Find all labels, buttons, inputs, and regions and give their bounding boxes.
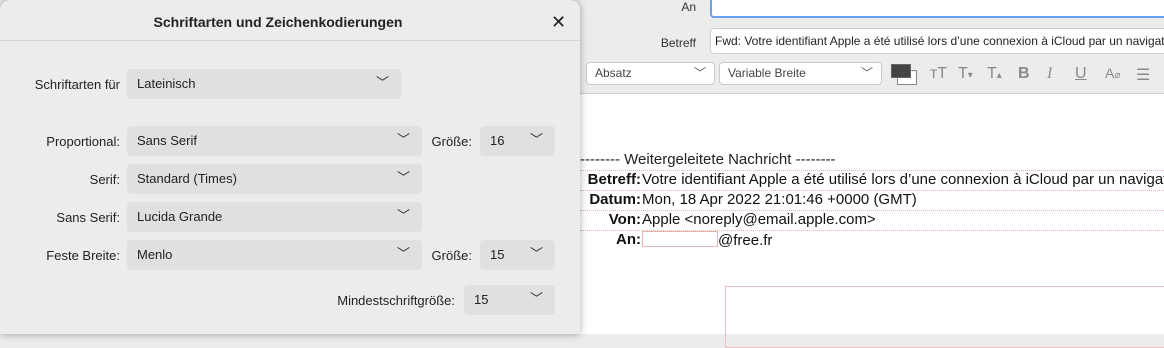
fonts-for-value: Lateinisch [137,76,196,91]
monospace-size-label: Größe: [431,248,472,263]
proportional-size-select[interactable]: 16 ﹀ [480,126,555,156]
message-body[interactable]: -------- Weitergeleitete Nachricht -----… [560,94,1164,348]
monospace-size-value: 15 [490,247,505,262]
chevron-down-icon: ﹀ [693,66,706,80]
header-value: Votre identifiant Apple a été utilisé lo… [642,171,1164,188]
monospace-size-select[interactable]: 15 ﹀ [480,240,555,270]
proportional-select[interactable]: Sans Serif ﹀ [127,126,422,156]
foreground-color-swatch [891,64,911,78]
proportional-value: Sans Serif [137,133,197,148]
header-value: Mon, 18 Apr 2022 21:01:46 +0000 (GMT) [642,191,917,208]
chevron-down-icon: ﹀ [529,132,543,147]
chevron-down-icon: ﹀ [396,208,410,223]
clear-format-icon[interactable]: A⌀ [1105,65,1120,81]
font-size-icon[interactable]: ᴛT [930,65,947,83]
chevron-down-icon: ﹀ [375,75,389,90]
chevron-down-icon: ﹀ [396,246,410,261]
subject-label: Betreff [660,36,696,50]
proportional-size-value: 16 [490,133,505,148]
header-key: An: [616,231,641,248]
paragraph-style-value: Absatz [595,66,632,80]
format-toolbar: Absatz ﹀ Variable Breite ﹀ ᴛT T▾ T▴ B I … [560,56,1164,94]
header-row-to: An: @free.fr [580,230,1164,251]
sans-serif-label: Sans Serif: [56,210,120,225]
header-key: Datum: [589,191,641,208]
header-row-subject: Betreff: Votre identifiant Apple a été u… [580,170,1164,191]
list-icon[interactable]: ☰ [1136,65,1150,85]
forwarded-message-title: -------- Weitergeleitete Nachricht -----… [580,151,836,168]
header-row-from: Von: Apple <noreply@email.apple.com> [580,210,1164,231]
to-label: An [681,0,696,14]
chevron-down-icon: ﹀ [396,170,410,185]
chevron-down-icon: ﹀ [396,132,410,147]
header-key: Betreff: [587,171,641,188]
increase-size-icon[interactable]: T▴ [987,65,1002,83]
monospace-label: Feste Breite: [46,248,120,263]
subject-row: Betreff Fwd: Votre identifiant Apple a é… [560,26,1164,56]
monospace-value: Menlo [137,247,173,262]
italic-icon[interactable]: I [1047,65,1052,83]
header-value-container: @free.fr [642,231,772,249]
chevron-down-icon: ﹀ [860,66,873,80]
header-value: Apple <noreply@email.apple.com> [642,211,876,228]
monospace-select[interactable]: Menlo ﹀ [127,240,422,270]
redacted-block [642,231,718,247]
title-divider [0,40,580,41]
min-size-select[interactable]: 15 ﹀ [464,285,555,315]
sans-serif-value: Lucida Grande [137,209,223,224]
text-color-icon[interactable] [891,64,917,85]
chevron-down-icon: ﹀ [529,246,543,261]
chevron-down-icon: ﹀ [529,291,543,306]
subject-input[interactable]: Fwd: Votre identifiant Apple a été utili… [710,28,1164,54]
sans-serif-select[interactable]: Lucida Grande ﹀ [127,202,422,232]
header-key: Von: [608,211,641,228]
min-size-value: 15 [474,292,489,307]
proportional-size-label: Größe: [431,134,472,149]
serif-select[interactable]: Standard (Times) ﹀ [127,164,422,194]
fonts-for-label: Schriftarten für [34,77,120,92]
close-icon[interactable]: ✕ [551,12,566,33]
bold-icon[interactable]: B [1018,65,1030,83]
header-row-date: Datum: Mon, 18 Apr 2022 21:01:46 +0000 (… [580,190,1164,211]
underline-icon[interactable]: U [1075,65,1087,83]
to-input[interactable] [710,0,1164,18]
dialog-title: Schriftarten und Zeichenkodierungen [153,14,403,30]
serif-value: Standard (Times) [137,171,237,186]
font-style-select[interactable]: Variable Breite ﹀ [719,62,882,85]
font-style-value: Variable Breite [728,66,806,80]
min-size-label: Mindestschriftgröße: [337,293,455,308]
decrease-size-icon[interactable]: T▾ [958,65,973,83]
header-value: @free.fr [718,232,773,249]
fonts-for-select[interactable]: Lateinisch ﹀ [127,69,401,99]
composer-window: An Betreff Fwd: Votre identifiant Apple … [560,0,1164,348]
fonts-dialog: Schriftarten und Zeichenkodierungen ✕ Sc… [0,0,580,334]
to-row: An [560,0,1164,26]
paragraph-style-select[interactable]: Absatz ﹀ [586,62,715,85]
proportional-label: Proportional: [46,134,120,149]
quoted-content-box [725,286,1164,348]
serif-label: Serif: [89,172,120,187]
